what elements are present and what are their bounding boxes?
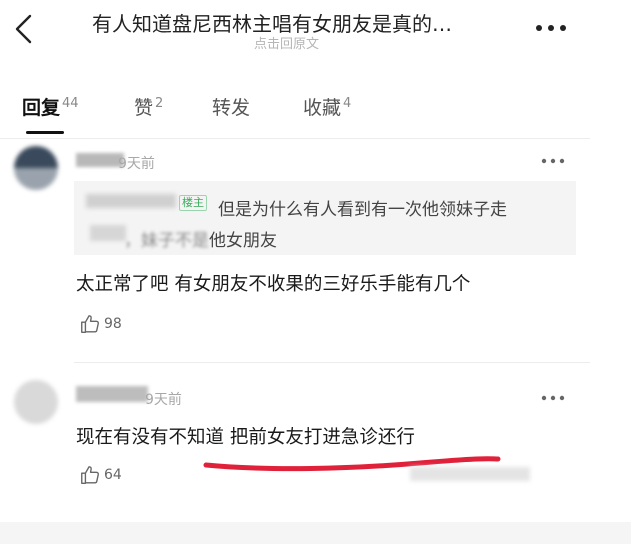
more-icon[interactable] xyxy=(540,156,566,166)
comment-time: 9天前 xyxy=(145,392,182,408)
tab-count: 44 xyxy=(62,96,79,111)
comment-time: 9天前 xyxy=(118,156,155,172)
avatar[interactable] xyxy=(14,380,58,424)
tab-reposts[interactable]: 转发 xyxy=(212,93,250,120)
bottom-area xyxy=(0,522,631,544)
tab-favorites[interactable]: 收藏 4 xyxy=(303,93,351,120)
comment-text: 太正常了吧 有女朋友不收果的三好乐手能有几个 xyxy=(76,274,471,295)
tab-replies[interactable]: 回复 44 xyxy=(22,93,79,120)
thumb-up-icon[interactable] xyxy=(79,313,101,335)
username[interactable] xyxy=(76,153,124,167)
divider xyxy=(74,362,590,363)
quoted-text-line-2: ，妹子不是他女朋友 xyxy=(124,226,277,251)
thumb-up-icon[interactable] xyxy=(79,464,101,486)
back-arrow-icon[interactable] xyxy=(10,14,40,44)
like-count: 64 xyxy=(104,467,122,483)
tab-label: 赞 xyxy=(134,97,154,119)
divider xyxy=(0,138,590,139)
blurred-text: ，妹子不是 xyxy=(124,231,209,251)
username[interactable] xyxy=(76,386,148,402)
comment-text: 现在有没有不知道 把前女友打进急诊还行 xyxy=(76,427,415,448)
blurred-text xyxy=(90,225,126,241)
quoted-username xyxy=(86,194,176,208)
quoted-text: 他女朋友 xyxy=(209,231,277,251)
back-to-original-link[interactable]: 点击回原文 xyxy=(254,33,319,52)
tab-label: 收藏 xyxy=(303,97,342,119)
like-count: 98 xyxy=(104,316,122,332)
more-icon[interactable] xyxy=(534,14,568,34)
more-icon[interactable] xyxy=(540,393,566,403)
tab-count: 2 xyxy=(155,96,164,111)
blurred-text xyxy=(410,467,530,481)
tab-label: 转发 xyxy=(212,97,251,119)
active-tab-indicator xyxy=(26,131,64,134)
tab-count: 4 xyxy=(343,96,352,111)
tab-label: 回复 xyxy=(22,97,61,119)
tab-likes[interactable]: 赞2 xyxy=(134,93,163,120)
op-badge: 楼主 xyxy=(179,195,207,211)
quoted-text-line-1: 但是为什么有人看到有一次他领妹子走 xyxy=(218,200,507,220)
avatar[interactable] xyxy=(14,146,58,190)
